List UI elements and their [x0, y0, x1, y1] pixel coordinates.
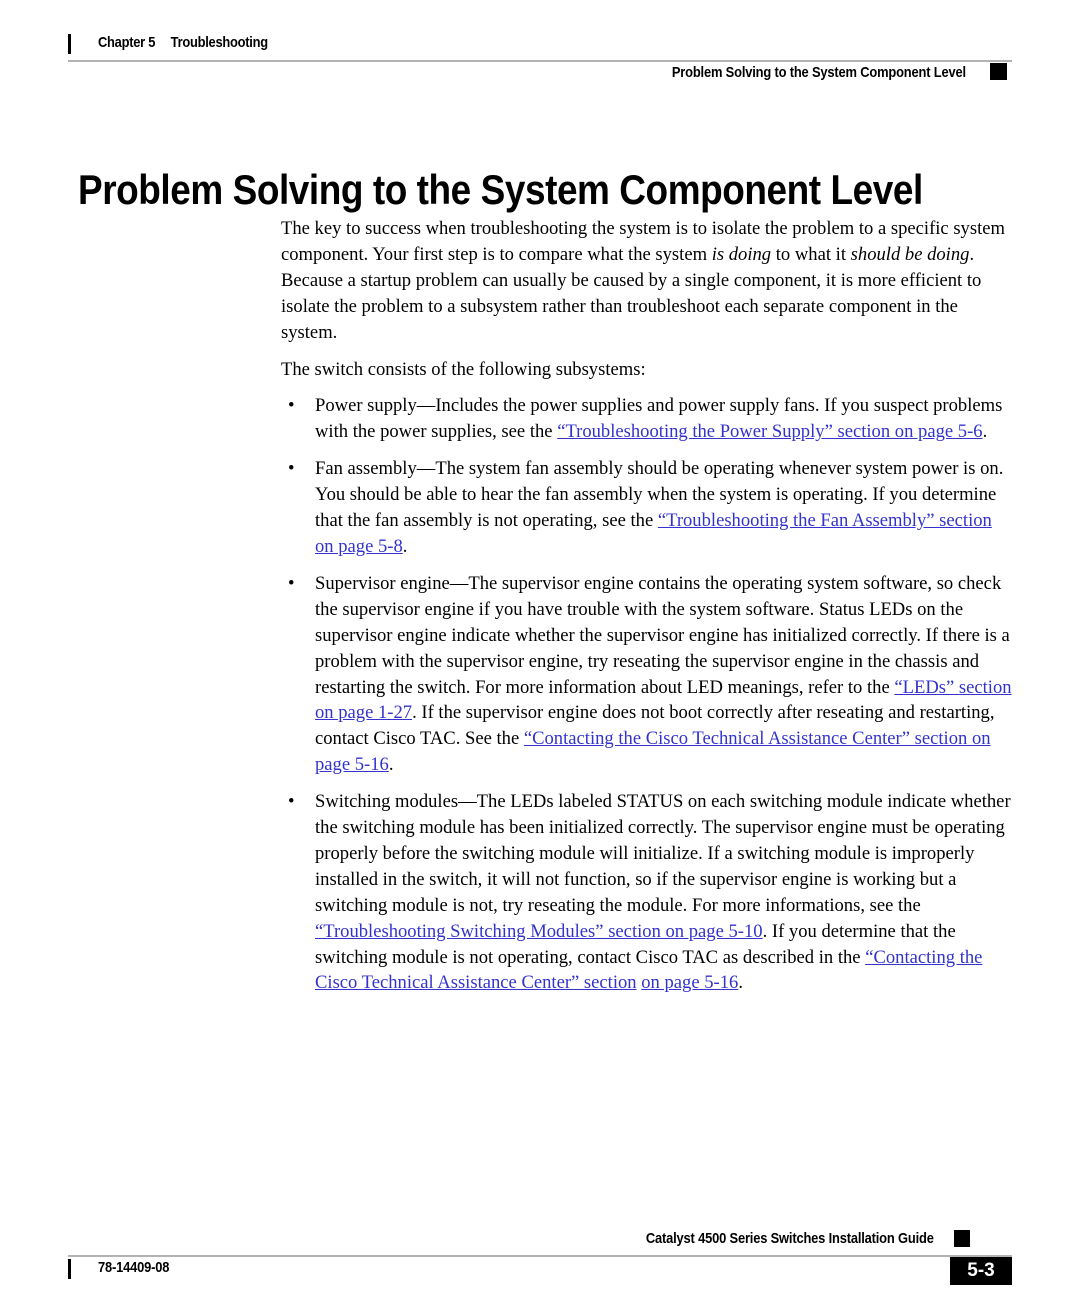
list-item: • Fan assembly—The system fan assembly s…	[281, 456, 1012, 560]
xref-troubleshooting-switching-modules[interactable]: “Troubleshooting Switching Modules” sect…	[315, 921, 763, 942]
header-tick-mark	[68, 34, 71, 54]
header-marker-square	[990, 63, 1007, 80]
footer-marker-square	[954, 1230, 970, 1247]
footer-tick-mark	[68, 1259, 71, 1279]
footer-page-number: 5-3	[950, 1257, 1012, 1285]
intro-italic-is-doing: is doing	[711, 243, 772, 265]
bullet-icon: •	[288, 395, 295, 417]
header-chapter-number: Chapter 5	[98, 34, 156, 51]
intro-italic-should-be-doing: should be doing	[850, 243, 970, 265]
header-section-title: Problem Solving to the System Component …	[671, 64, 966, 81]
bullet-icon: •	[288, 791, 295, 813]
list-item: • Supervisor engine—The supervisor engin…	[281, 571, 1012, 778]
xref-contacting-cisco-tac-2-page[interactable]: on page 5-16	[641, 972, 738, 993]
running-footer: Catalyst 4500 Series Switches Installati…	[68, 1230, 1012, 1290]
bullet-icon: •	[288, 572, 295, 594]
bullet-fan-assembly-text-2: .	[402, 535, 408, 557]
document-body: The key to success when troubleshooting …	[281, 216, 1012, 996]
xref-troubleshooting-power-supply[interactable]: “Troubleshooting the Power Supply” secti…	[557, 421, 982, 442]
intro-text-part-2: to what it	[771, 243, 851, 265]
intro-paragraph: The key to success when troubleshooting …	[281, 216, 1012, 346]
footer-document-number: 78-14409-08	[98, 1259, 170, 1276]
subsystems-lead-in: The switch consists of the following sub…	[281, 358, 646, 380]
page-title: Problem Solving to the System Component …	[78, 166, 923, 214]
header-chapter-label: Chapter 5 Troubleshooting	[98, 34, 268, 51]
bullet-supervisor-engine-text-3: .	[388, 754, 394, 776]
bullet-icon: •	[288, 458, 295, 480]
header-chapter-title: Troubleshooting	[170, 34, 268, 51]
footer-rule	[68, 1255, 1012, 1257]
subsystems-bullet-list: • Power supply—Includes the power suppli…	[281, 393, 1012, 996]
bullet-switching-modules-text-1: Switching modules—The LEDs labeled STATU…	[315, 791, 1011, 916]
running-header: Chapter 5 Troubleshooting Problem Solving…	[68, 30, 1012, 90]
bullet-power-supply-text-2: .	[982, 421, 988, 443]
header-rule	[68, 60, 1012, 62]
bullet-switching-modules-text-4: .	[738, 972, 743, 994]
list-item: • Power supply—Includes the power suppli…	[281, 393, 1012, 445]
footer-guide-title: Catalyst 4500 Series Switches Installati…	[646, 1230, 934, 1247]
list-item: • Switching modules—The LEDs labeled STA…	[281, 789, 1012, 996]
